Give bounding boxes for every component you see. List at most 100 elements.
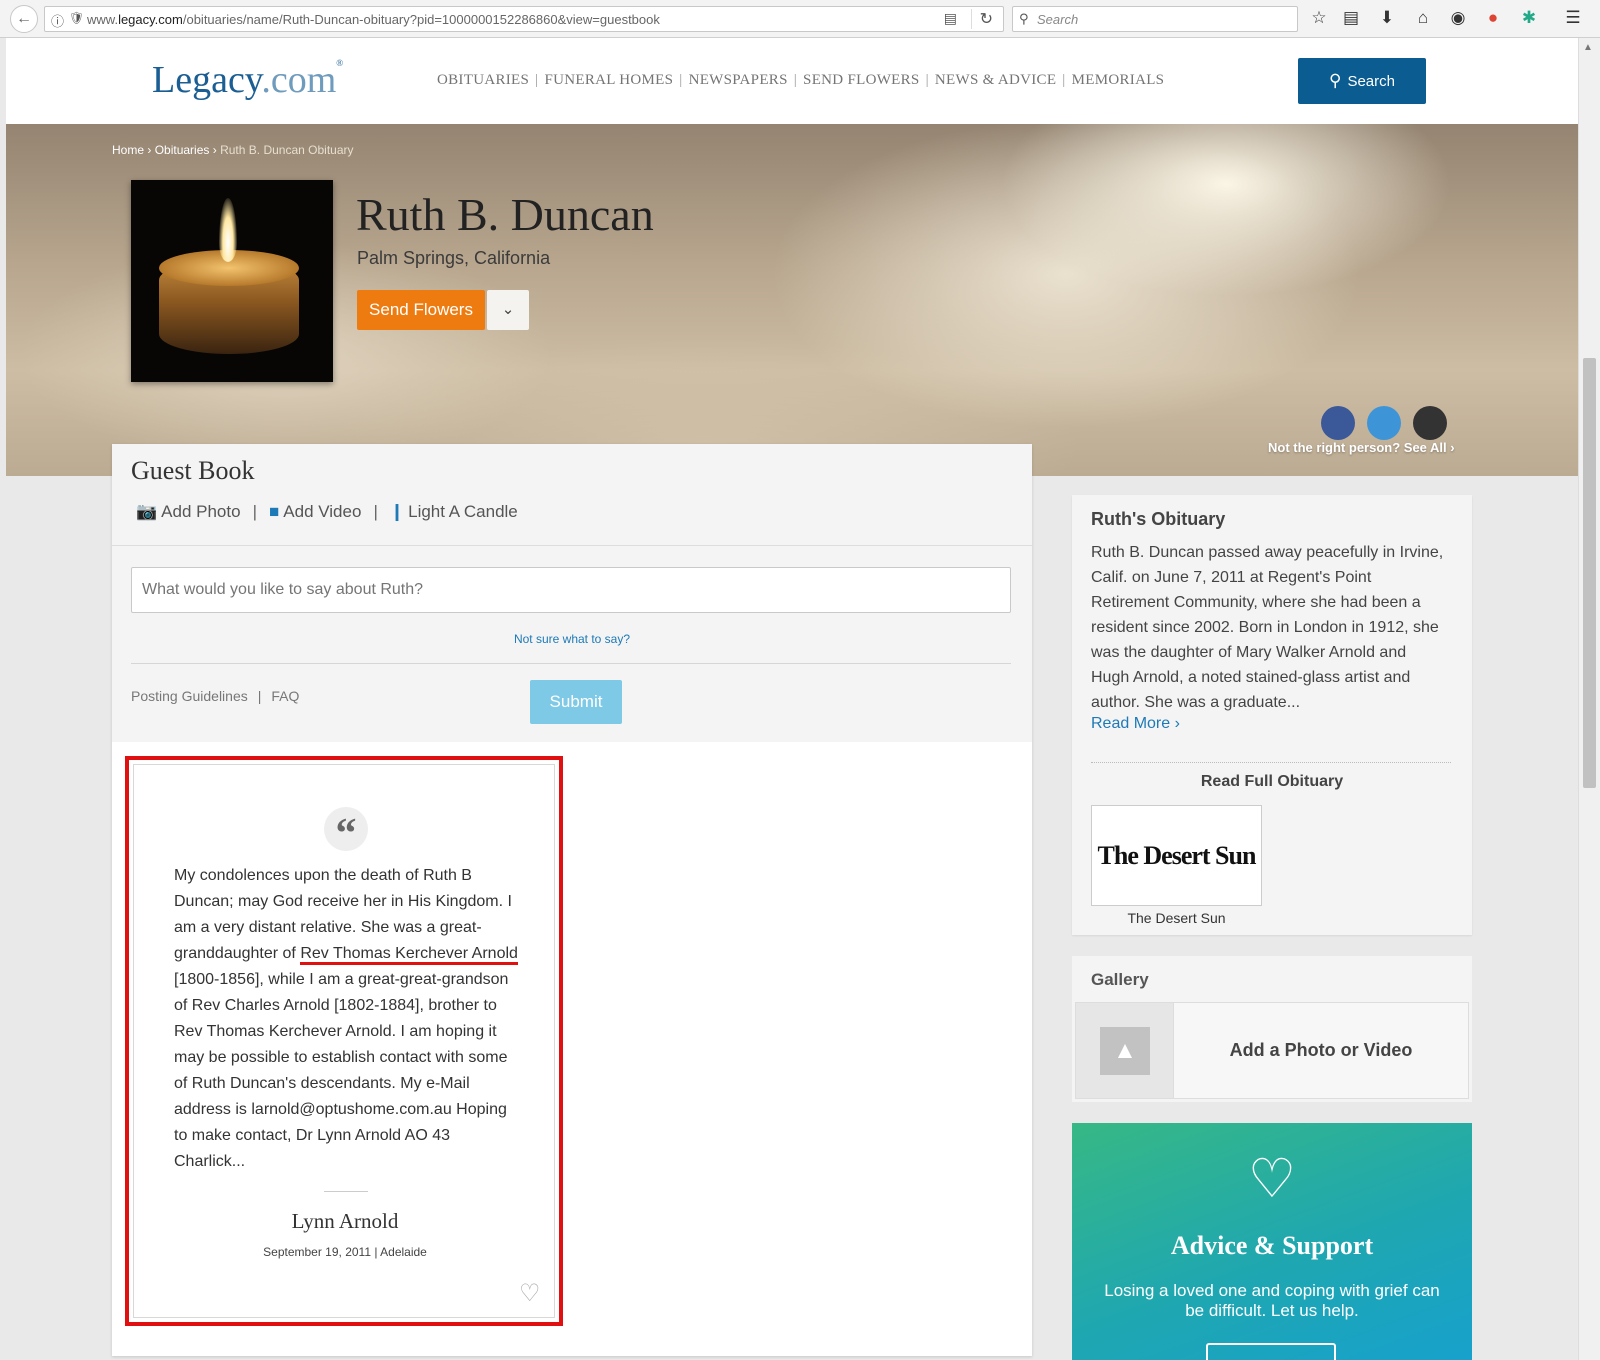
obituary-card-title: Ruth's Obituary — [1091, 509, 1226, 529]
gallery-add-box[interactable]: ▲ Add a Photo or Video — [1075, 1002, 1469, 1099]
entry-author: Lynn Arnold — [291, 1209, 399, 1233]
url-text[interactable]: www.legacy.com/obituaries/name/Ruth-Dunc… — [87, 12, 660, 27]
faq-link[interactable]: FAQ — [271, 688, 299, 704]
add-photo-label: Add Photo — [161, 502, 241, 521]
extension-puzzle-icon[interactable]: ✱ — [1518, 8, 1540, 28]
posting-guidelines-link[interactable]: Posting Guidelines — [131, 688, 248, 704]
logo-registered-mark: ® — [336, 58, 344, 68]
nav-separator: | — [679, 72, 683, 88]
candle-flame — [219, 198, 237, 262]
twitter-share-icon[interactable] — [1367, 406, 1401, 440]
not-sure-link[interactable]: Not sure what to say? — [112, 632, 1032, 646]
read-full-obituary-heading: Read Full Obituary — [1200, 773, 1344, 790]
reload-icon[interactable]: ↻ — [970, 9, 993, 29]
image-placeholder-icon: ▲ — [1100, 1027, 1150, 1075]
browser-search-placeholder: Search — [1037, 12, 1079, 27]
browser-search-box[interactable]: ⚲ Search — [1012, 6, 1298, 32]
person-name: Ruth B. Duncan — [356, 189, 654, 240]
menu-icon[interactable]: ☰ — [1562, 8, 1584, 28]
link-separator: | — [257, 688, 262, 704]
divider — [1091, 762, 1451, 763]
pocket-icon[interactable]: ◉ — [1447, 8, 1469, 28]
nav-news-advice[interactable]: NEWS & ADVICE — [935, 72, 1056, 88]
url-path: /obituaries/name/Ruth-Duncan-obituary?pi… — [182, 12, 660, 27]
nav-separator: | — [1062, 72, 1066, 88]
candle-icon: ❙ — [389, 502, 405, 521]
breadcrumb-home[interactable]: Home — [112, 143, 144, 157]
divider — [112, 545, 1032, 546]
breadcrumb: Home › Obituaries › Ruth B. Duncan Obitu… — [112, 143, 354, 157]
action-separator: | — [373, 502, 378, 521]
heart-handshake-icon: ♡ — [1247, 1149, 1297, 1209]
bookmarks-list-icon[interactable]: ▤ — [1340, 8, 1362, 28]
add-video-link[interactable]: ■ Add Video — [269, 502, 361, 521]
video-camera-icon: ■ — [269, 502, 280, 521]
gallery-card: Gallery ▲ Add a Photo or Video — [1072, 956, 1472, 1102]
action-separator: | — [252, 502, 257, 521]
email-share-icon[interactable] — [1413, 406, 1447, 440]
info-icon[interactable]: ⓘ — [51, 11, 64, 30]
url-domain: legacy.com — [118, 12, 183, 27]
read-more-link[interactable]: Read More › — [1091, 715, 1180, 733]
advice-title: Advice & Support — [1170, 1231, 1374, 1260]
breadcrumb-current: Ruth B. Duncan Obituary — [220, 143, 354, 157]
nav-separator: | — [925, 72, 929, 88]
guest-book-message-input[interactable] — [131, 567, 1011, 613]
advice-learn-button[interactable] — [1206, 1343, 1336, 1360]
nav-obituaries[interactable]: OBITUARIES — [437, 72, 529, 88]
site-search-button[interactable]: ⚲ Search — [1298, 58, 1426, 104]
facebook-share-icon[interactable] — [1321, 406, 1355, 440]
shield-icon[interactable]: 🛡 — [69, 11, 84, 25]
scroll-thumb[interactable] — [1583, 358, 1596, 788]
nav-send-flowers[interactable]: SEND FLOWERS — [803, 72, 920, 88]
entry-date: September 19, 2011 — [263, 1245, 371, 1259]
submit-button[interactable]: Submit — [530, 680, 622, 724]
entry-text-after: [1800-1856], while I am a great-great-gr… — [174, 971, 509, 1170]
obituary-excerpt: Ruth B. Duncan passed away peacefully in… — [1091, 544, 1444, 711]
scroll-up-arrow-icon[interactable]: ▲ — [1583, 42, 1593, 53]
bookmark-star-icon[interactable]: ☆ — [1308, 8, 1330, 28]
logo-main-text: Legacy — [152, 59, 262, 101]
not-right-person-link[interactable]: Not the right person? See All › — [1268, 440, 1455, 455]
advice-support-card: ♡ Advice & Support Losing a loved one an… — [1072, 1123, 1472, 1360]
guest-book-links: Posting Guidelines | FAQ — [131, 688, 299, 704]
site-search-label: Search — [1347, 73, 1395, 90]
add-photo-video-label[interactable]: Add a Photo or Video — [1174, 1003, 1468, 1098]
send-flowers-button[interactable]: Send Flowers — [357, 290, 485, 330]
nav-funeral-homes[interactable]: FUNERAL HOMES — [544, 72, 673, 88]
add-photo-link[interactable]: 📷 Add Photo — [136, 502, 241, 521]
newspaper-name[interactable]: The Desert Sun — [1091, 910, 1262, 926]
light-candle-link[interactable]: ❙ Light A Candle — [390, 502, 518, 521]
add-video-label: Add Video — [283, 502, 362, 521]
meta-separator: | — [374, 1245, 378, 1259]
breadcrumb-obituaries[interactable]: Obituaries — [155, 143, 210, 157]
nav-separator: | — [535, 72, 539, 88]
download-icon[interactable]: ⬇ — [1376, 8, 1398, 28]
nav-memorials[interactable]: MEMORIALS — [1072, 72, 1165, 88]
search-icon: ⚲ — [1329, 71, 1342, 90]
entry-location: Adelaide — [380, 1245, 427, 1259]
browser-toolbar: ← ⓘ 🛡 www.legacy.com/obituaries/name/Rut… — [0, 0, 1600, 38]
advice-text: Losing a loved one and coping with grief… — [1104, 1281, 1440, 1320]
back-arrow-icon[interactable]: ← — [10, 5, 38, 33]
heart-icon[interactable]: ♡ — [519, 1279, 541, 1308]
reader-view-icon[interactable]: ▤ — [944, 10, 957, 27]
search-icon: ⚲ — [1019, 11, 1029, 26]
chevron-down-icon[interactable]: ⌄ — [487, 290, 529, 330]
guest-book-title: Guest Book — [131, 456, 255, 485]
address-bar[interactable]: ⓘ 🛡 www.legacy.com/obituaries/name/Ruth-… — [44, 6, 1004, 32]
guest-book-entry: “ My condolences upon the death of Ruth … — [133, 764, 555, 1318]
home-icon[interactable]: ⌂ — [1412, 8, 1434, 28]
quote-icon: “ — [324, 807, 368, 857]
page-scrollbar[interactable]: ▲ — [1578, 38, 1600, 1360]
guest-book-actions: 📷 Add Photo | ■ Add Video | ❙ Light A Candle — [136, 502, 518, 522]
divider — [324, 1191, 368, 1192]
obituary-summary-card: Ruth's Obituary Ruth B. Duncan passed aw… — [1072, 495, 1472, 935]
nav-newspapers[interactable]: NEWSPAPERS — [689, 72, 788, 88]
gallery-placeholder: ▲ — [1076, 1003, 1174, 1098]
legacy-logo[interactable]: Legacy.com® — [152, 58, 343, 102]
guest-book-panel: Guest Book 📷 Add Photo | ■ Add Video | ❙ Light … — [112, 444, 1032, 1356]
extension-color-icon[interactable]: ● — [1482, 8, 1504, 28]
guest-book-form-area: Guest Book 📷 Add Photo | ■ Add Video | ❙ Light … — [112, 444, 1032, 742]
desert-sun-logo[interactable]: The Desert Sun — [1091, 805, 1262, 906]
